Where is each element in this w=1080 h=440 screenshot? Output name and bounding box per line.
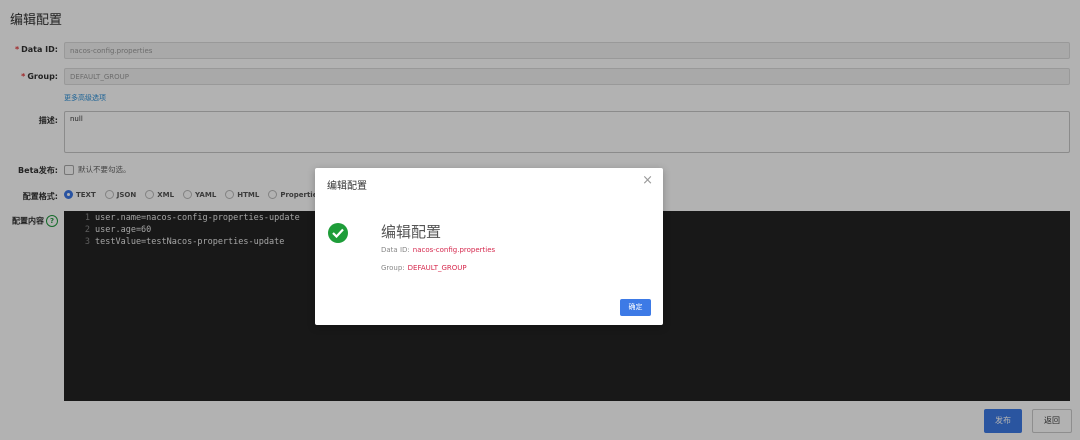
check-circle-icon bbox=[328, 223, 348, 243]
dialog-data-id: Data ID: nacos-config.properties bbox=[381, 246, 496, 254]
ok-button[interactable]: 确定 bbox=[620, 299, 651, 316]
dialog-data-id-value: nacos-config.properties bbox=[412, 246, 496, 254]
dialog-group-value: DEFAULT_GROUP bbox=[407, 264, 467, 272]
edit-config-dialog: 编辑配置 × 编辑配置 Data ID: nacos-config.propert… bbox=[315, 168, 663, 325]
dialog-group: Group: DEFAULT_GROUP bbox=[381, 264, 467, 272]
check-mark-icon bbox=[332, 228, 344, 238]
dialog-message-title: 编辑配置 bbox=[381, 223, 442, 241]
dialog-title: 编辑配置 bbox=[327, 181, 367, 192]
close-icon[interactable]: × bbox=[642, 173, 653, 188]
